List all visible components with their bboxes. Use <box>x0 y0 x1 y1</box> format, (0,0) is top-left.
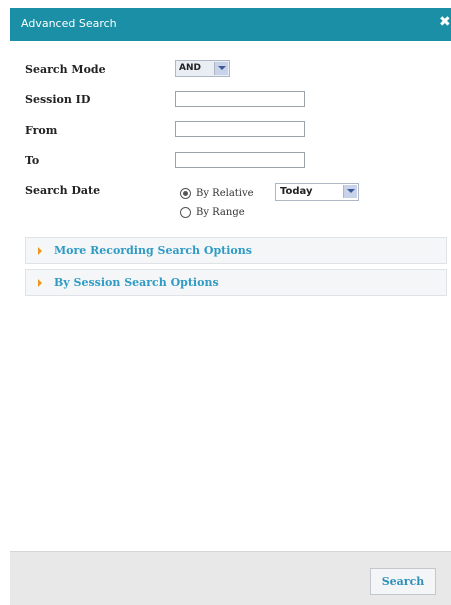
relative-date-select[interactable]: Today <box>275 183 359 201</box>
to-label: To <box>25 154 40 167</box>
dialog-titlebar: Advanced Search ✖ <box>10 8 451 41</box>
by-range-radio[interactable] <box>180 207 191 218</box>
more-recording-options-section[interactable]: More Recording Search Options <box>25 237 447 264</box>
from-input[interactable] <box>175 121 305 137</box>
by-relative-label: By Relative <box>196 188 254 199</box>
by-range-label: By Range <box>196 207 245 218</box>
session-id-label: Session ID <box>25 93 91 106</box>
search-date-label: Search Date <box>25 184 101 197</box>
search-mode-label: Search Mode <box>25 63 106 76</box>
dialog-footer: Search <box>10 551 451 605</box>
from-label: From <box>25 124 58 137</box>
relative-date-value: Today <box>280 186 313 197</box>
by-relative-radio[interactable] <box>180 188 191 199</box>
search-mode-select[interactable]: AND <box>175 60 230 77</box>
more-recording-options-label: More Recording Search Options <box>54 244 252 257</box>
chevron-down-icon[interactable] <box>343 185 357 198</box>
to-input[interactable] <box>175 152 305 168</box>
search-button[interactable]: Search <box>370 568 436 595</box>
by-session-options-label: By Session Search Options <box>54 276 219 289</box>
chevron-down-icon[interactable] <box>214 62 228 75</box>
session-id-input[interactable] <box>175 91 305 107</box>
close-icon[interactable]: ✖ <box>439 14 451 32</box>
chevron-right-icon <box>38 279 42 287</box>
advanced-search-dialog: Advanced Search ✖ Search Mode AND Sessio… <box>10 0 451 605</box>
dialog-title: Advanced Search <box>21 17 117 30</box>
search-mode-value: AND <box>179 63 201 73</box>
chevron-right-icon <box>38 247 42 255</box>
by-session-options-section[interactable]: By Session Search Options <box>25 269 447 296</box>
